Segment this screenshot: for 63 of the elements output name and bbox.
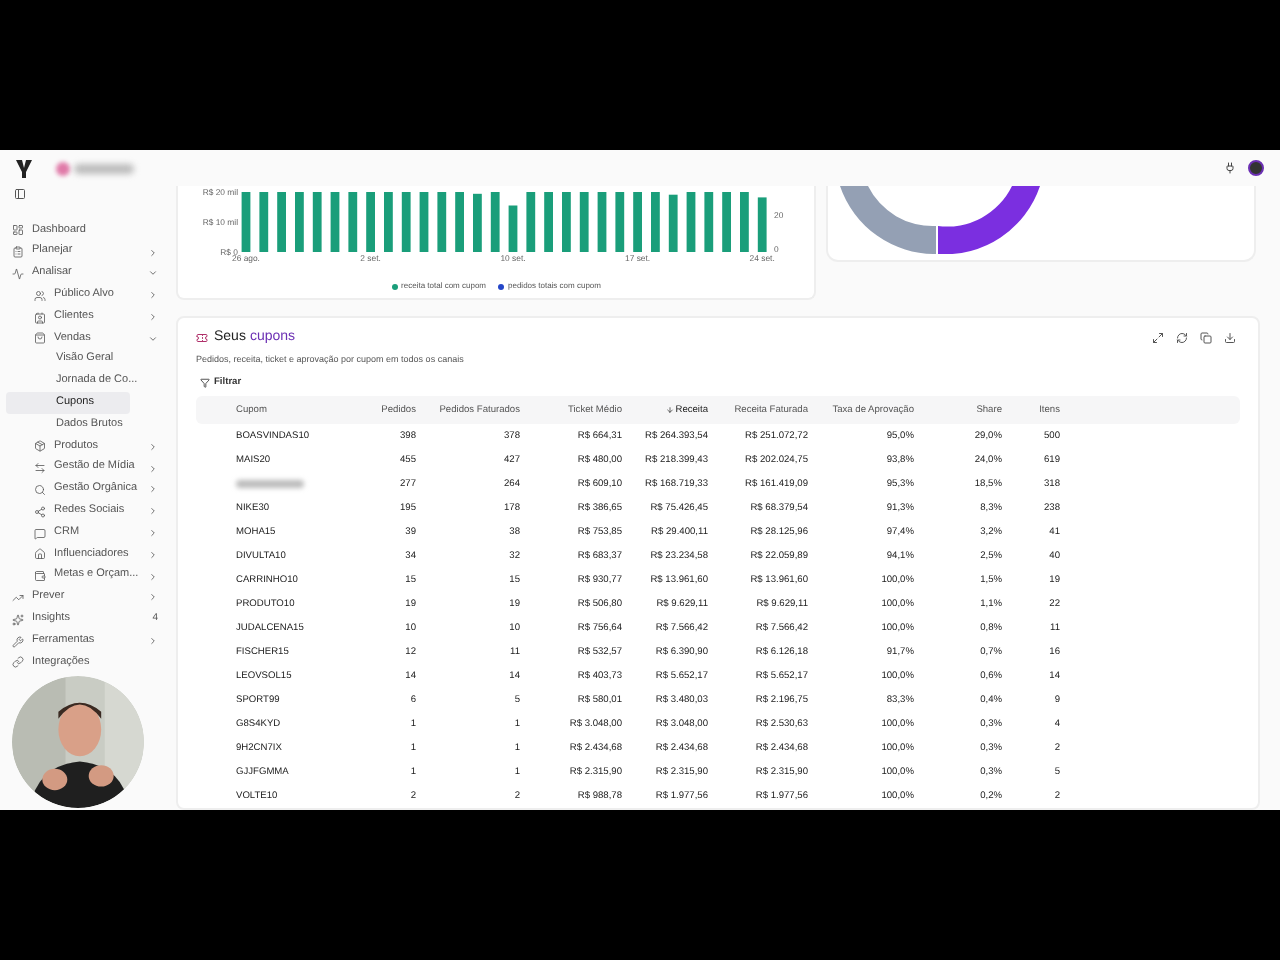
trend-icon	[12, 591, 24, 604]
plug-icon[interactable]	[1224, 162, 1236, 174]
bar	[740, 192, 749, 252]
bar	[437, 192, 447, 252]
bar	[722, 192, 731, 252]
logo-icon	[16, 159, 32, 177]
bar	[295, 192, 304, 252]
bar	[259, 192, 269, 252]
package-icon	[34, 440, 46, 453]
bar	[366, 192, 375, 252]
copy-icon[interactable]	[1200, 332, 1212, 345]
wallet-icon	[34, 570, 46, 583]
share-icon	[34, 505, 46, 518]
filter-icon	[200, 378, 210, 389]
bar	[508, 205, 518, 252]
bar	[668, 194, 678, 252]
arrows-icon	[34, 462, 46, 475]
bar	[419, 192, 429, 252]
bar	[544, 192, 553, 252]
bar	[401, 192, 411, 252]
ticket-icon	[196, 332, 208, 345]
chart-icon	[12, 267, 24, 280]
bar	[615, 192, 625, 252]
search-icon	[34, 483, 46, 496]
bar	[330, 192, 340, 252]
bar	[686, 192, 696, 252]
bar	[704, 192, 714, 252]
users-icon	[34, 289, 46, 302]
sidebar-toggle-icon[interactable]	[14, 188, 26, 200]
bar	[562, 192, 571, 252]
bar	[651, 192, 660, 252]
brand-avatar	[56, 161, 70, 175]
sparkle-icon	[12, 613, 24, 626]
dashboard-icon	[12, 224, 24, 237]
bar	[241, 192, 251, 252]
contact-icon	[34, 311, 46, 324]
chevron-right-icon	[148, 636, 158, 647]
bar	[757, 197, 767, 252]
house-icon	[34, 548, 46, 561]
chevron-down-icon	[148, 268, 158, 279]
bar	[526, 192, 536, 252]
bar	[473, 193, 482, 252]
download-icon[interactable]	[1224, 332, 1236, 345]
bar	[312, 192, 322, 252]
wrench-icon	[12, 635, 24, 648]
bar	[348, 192, 358, 252]
clipboard-icon	[12, 246, 24, 259]
refresh-icon[interactable]	[1176, 332, 1188, 345]
bar	[384, 192, 393, 252]
blurred-text	[74, 163, 134, 173]
chat-icon	[34, 527, 46, 540]
bar	[277, 192, 286, 252]
bar	[490, 192, 500, 252]
link-icon	[12, 656, 24, 669]
bag-icon	[34, 332, 46, 345]
sort-icon	[665, 406, 674, 415]
avatar[interactable]	[1248, 160, 1264, 176]
bar	[455, 192, 464, 252]
bar	[633, 192, 642, 252]
chevron-right-icon	[148, 247, 158, 258]
bar	[579, 192, 589, 252]
chevron-down-icon	[148, 333, 158, 344]
bar	[597, 192, 607, 252]
